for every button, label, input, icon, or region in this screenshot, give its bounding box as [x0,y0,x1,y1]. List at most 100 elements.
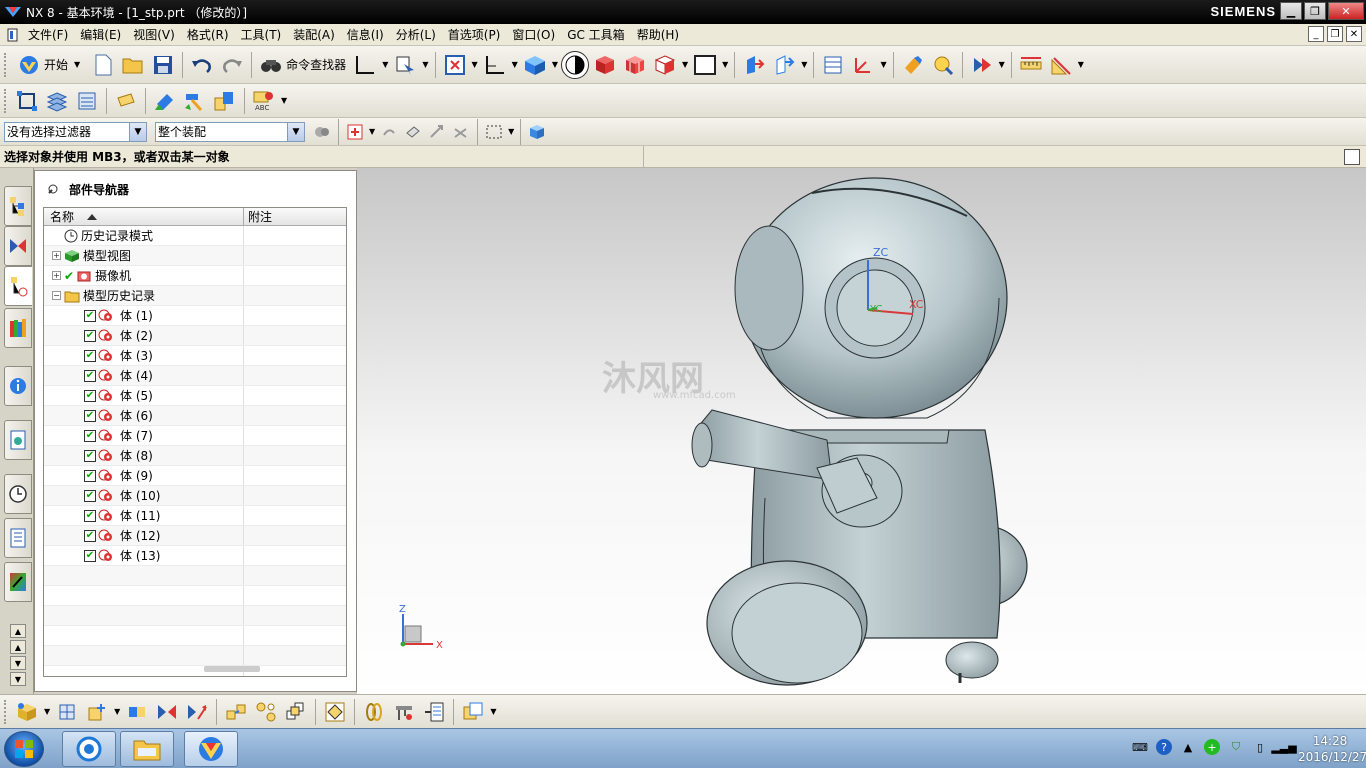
menu-preferences[interactable]: 首选项(P) [442,26,507,43]
taskbar-browser[interactable] [62,731,116,767]
visibility-checkbox[interactable]: ✔ [84,449,96,462]
tab-hd3d-tools[interactable] [4,366,32,406]
red-body-button-3[interactable] [651,51,679,79]
stack-layers-button[interactable] [43,87,71,115]
toolbar-grip[interactable] [4,699,8,724]
move-component-button[interactable] [183,698,211,726]
windows-start-button[interactable] [4,731,44,767]
snap-settings-dropdown-icon[interactable]: ▼ [369,127,375,136]
visibility-checkbox[interactable]: ✔ [84,429,96,442]
visibility-checkbox[interactable]: ✔ [84,489,96,502]
model-viewport[interactable]: 沐风网 www.mfcad.com ZC YC XC Z X [357,168,1366,694]
add-new-component-button[interactable] [83,698,111,726]
snap-point-button[interactable] [391,51,419,79]
horizontal-scrollbar[interactable] [204,666,260,672]
bill-of-materials-button[interactable] [420,698,448,726]
tree-row-body[interactable]: ✔ 体 (3) [44,346,346,366]
save-button[interactable] [149,51,177,79]
shield-green-icon[interactable]: + [1204,739,1220,755]
minimize-button[interactable]: ▁ [1280,2,1302,20]
visibility-checkbox[interactable]: ✔ [84,329,96,342]
menu-information[interactable]: 信息(I) [341,26,390,43]
transform-dropdown-icon[interactable]: ▼ [801,60,807,69]
component-group-dropdown-icon[interactable]: ▼ [490,707,496,716]
visibility-checkbox[interactable]: ✔ [84,469,96,482]
render-dropdown-icon[interactable]: ▼ [552,60,558,69]
tree-row-folder[interactable]: − 模型历史记录 [44,286,346,306]
selection-scope-select[interactable]: 整个装配 ▼ [155,121,305,142]
menu-help[interactable]: 帮助(H) [631,26,685,43]
tree-row-views[interactable]: + 模型视图 [44,246,346,266]
toolbar-grip[interactable] [4,88,8,113]
component-group-button[interactable] [459,698,487,726]
drafting-button[interactable]: ABC [250,87,278,115]
redo-button[interactable] [218,51,246,79]
view-dropdown-icon[interactable]: ▼ [472,60,478,69]
maximize-view-button[interactable] [1344,149,1360,165]
wcs-orient-button[interactable] [849,51,877,79]
doc-restore-button[interactable]: ❐ [1327,26,1343,42]
selection-dropdown-icon[interactable]: ▼ [999,60,1005,69]
restore-button[interactable]: ❐ [1304,2,1326,20]
rectangle-select-dropdown-icon[interactable]: ▼ [508,127,514,136]
expand-icon[interactable]: + [52,251,61,260]
network-signal-icon[interactable]: ▂▃▅ [1271,739,1296,755]
fit-view-button[interactable] [441,51,469,79]
component-button[interactable] [13,698,41,726]
red-body-button-2[interactable] [621,51,649,79]
interference-check-button[interactable] [390,698,418,726]
menu-window[interactable]: 窗口(O) [506,26,561,43]
tab-reuse-library[interactable] [4,308,32,348]
shaded-view-button[interactable] [521,51,549,79]
start-dropdown-icon[interactable]: ▼ [74,60,80,69]
type-filter-select[interactable]: 没有选择过滤器 ▼ [4,121,147,142]
tree-row-body[interactable]: ✔ 体 (13) [44,546,346,566]
filter-settings-button[interactable] [311,121,333,143]
tree-row-body[interactable]: ✔ 体 (6) [44,406,346,426]
tab-system-materials[interactable] [4,518,32,558]
chevron-down-icon[interactable]: ▼ [287,122,304,141]
menu-view[interactable]: 视图(V) [127,26,181,43]
display-dropdown-icon[interactable]: ▼ [682,60,688,69]
background-dropdown-icon[interactable]: ▼ [722,60,728,69]
close-button[interactable]: ✕ [1328,2,1364,20]
toolbar-grip[interactable] [4,52,8,77]
edit-object-display-button[interactable] [899,51,927,79]
tab-roles[interactable] [4,562,32,602]
tab-part-navigator[interactable] [4,266,32,306]
doc-close-button[interactable]: ✕ [1346,26,1362,42]
new-file-button[interactable] [89,51,117,79]
red-body-button-1[interactable] [591,51,619,79]
device-icon[interactable]: ▯ [1252,739,1268,755]
arrangements-button[interactable] [282,698,310,726]
tab-history[interactable] [4,474,32,514]
visibility-checkbox[interactable]: ✔ [84,509,96,522]
tab-web-browser[interactable] [4,420,32,460]
resbar-scroll-down-button[interactable]: ▼ [10,656,26,670]
new-component-dropdown-icon[interactable]: ▼ [114,707,120,716]
visibility-checkbox[interactable]: ✔ [84,549,96,562]
graphics-window[interactable]: 沐风网 www.mfcad.com ZC YC XC Z X [357,168,1366,694]
transform-button[interactable] [770,51,798,79]
system-clock[interactable]: 14:28 2016/12/27 [1298,733,1366,765]
component-dropdown-icon[interactable]: ▼ [44,707,50,716]
show-hide-button[interactable] [929,51,957,79]
assembly-navigator-button[interactable] [13,87,41,115]
command-finder-button[interactable]: 命令查找器 [256,56,350,74]
select-body-button[interactable] [526,121,548,143]
taskbar-nx[interactable] [184,731,238,767]
keyboard-icon[interactable]: ⌨ [1132,739,1148,755]
tray-expand-icon[interactable]: ▲ [1180,739,1196,755]
column-name-header[interactable]: 名称 [44,208,244,225]
explode-view-button[interactable] [222,698,250,726]
menu-assemblies[interactable]: 装配(A) [287,26,341,43]
visibility-checkbox[interactable]: ✔ [84,529,96,542]
menu-gc-toolkit[interactable]: GC 工具箱 [561,26,631,43]
resbar-scroll-end-button[interactable]: ▼ [10,672,26,686]
menu-format[interactable]: 格式(R) [181,26,235,43]
orient-dropdown-icon[interactable]: ▼ [512,60,518,69]
replace-component-button[interactable] [211,87,239,115]
tree-row-body[interactable]: ✔ 体 (10) [44,486,346,506]
tab-constraint-navigator[interactable] [4,226,32,266]
snap-settings-button[interactable] [344,121,366,143]
